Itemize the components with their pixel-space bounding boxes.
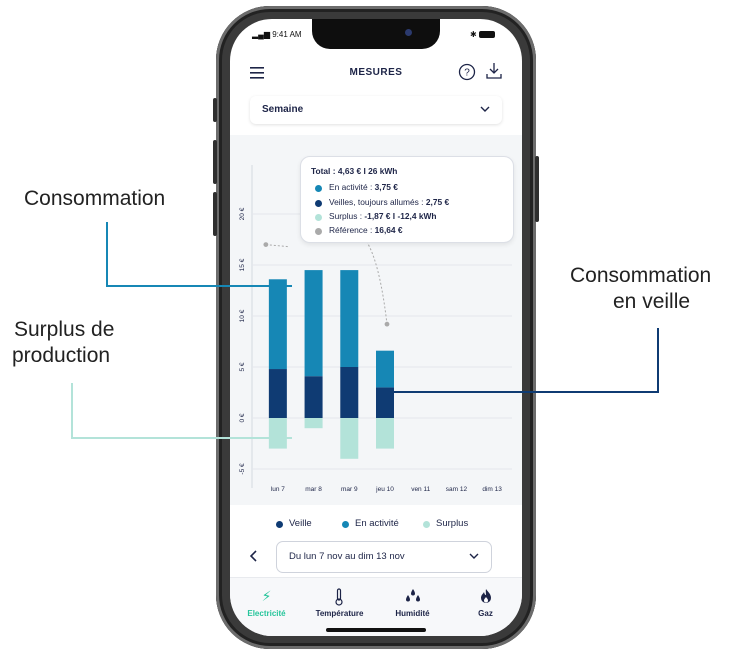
tooltip-total-value: 4,63 € I 26 kWh <box>337 166 398 176</box>
chevron-left-icon[interactable] <box>250 550 258 562</box>
x-tick-label: lun 7 <box>271 486 285 493</box>
chevron-down-icon <box>480 106 490 112</box>
tooltip-surplus-label: Surplus : <box>329 211 365 221</box>
flame-icon <box>481 589 491 603</box>
tooltip-reference-value: 16,64 € <box>374 225 403 235</box>
tooltip-activite: En activité : 3,75 € <box>329 182 398 192</box>
volume-down-button <box>213 192 217 236</box>
tooltip-surplus: Surplus : -1,87 € I -12,4 kWh <box>329 211 437 221</box>
reference-point <box>384 321 390 327</box>
bar-surplus <box>376 418 394 449</box>
tooltip-veilles-label: Veilles, toujours allumés : <box>329 197 426 207</box>
power-button <box>535 156 539 222</box>
notch <box>312 19 440 49</box>
x-tick-label: sam 12 <box>446 486 468 493</box>
date-range-value: Du lun 7 nov au dim 13 nov <box>289 551 405 562</box>
bolt-icon: ⚡︎ <box>261 588 272 604</box>
activite-dot-icon <box>315 185 322 192</box>
tooltip-total-label: Total : <box>311 166 338 176</box>
y-tick-label: 10 € <box>239 309 246 322</box>
x-tick-label: dim 13 <box>482 486 502 493</box>
status-time: 9:41 AM <box>272 30 302 39</box>
bar-veille <box>304 376 323 418</box>
legend-veille: Veille <box>289 518 312 529</box>
help-icon[interactable]: ? <box>458 63 476 81</box>
camera-icon <box>405 29 412 36</box>
reference-dot-icon <box>315 228 322 235</box>
callout-veille-line2: en veille <box>613 290 691 313</box>
svg-text:?: ? <box>464 68 470 79</box>
period-select-value: Semaine <box>262 104 304 115</box>
signal-icon: ▂▄▆ <box>252 30 270 39</box>
download-icon[interactable] <box>486 62 502 80</box>
battery-icon <box>478 31 495 39</box>
tooltip-veilles-value: 2,75 € <box>425 197 450 207</box>
bar-activite <box>376 350 394 388</box>
callout-consommation: Consommation <box>24 187 166 210</box>
bar-activite <box>340 270 359 367</box>
callout-surplus-line2: production <box>12 344 111 367</box>
legend-surplus: Surplus <box>436 518 469 529</box>
veille-dot-icon <box>315 200 322 207</box>
tab-gaz[interactable]: Gaz <box>449 578 522 636</box>
tooltip-veilles: Veilles, toujours allumés : 2,75 € <box>329 197 449 207</box>
volume-up-button <box>213 140 217 184</box>
bar-veille <box>340 367 359 418</box>
legend-veille-icon <box>276 521 283 528</box>
bar-activite <box>268 279 287 370</box>
bar-veille <box>268 369 287 418</box>
status-bar-left: ▂▄▆ 9:41 AM <box>252 30 302 39</box>
tooltip-reference: Référence : 16,64 € <box>329 225 403 235</box>
callout-surplus-line1: Surplus de <box>14 318 115 341</box>
tab-gaz-label: Gaz <box>478 609 493 618</box>
bar-activite <box>304 270 323 377</box>
drops-icon <box>406 589 420 602</box>
bar-surplus <box>304 418 323 429</box>
home-indicator <box>326 628 426 632</box>
y-tick-label: 5 € <box>239 362 246 371</box>
tooltip-activite-value: 3,75 € <box>374 182 398 192</box>
reference-point <box>263 242 269 247</box>
chart-legend: Veille En activité Surplus <box>230 517 522 533</box>
bluetooth-icon: ✱ <box>470 30 477 39</box>
legend-activite: En activité <box>355 518 399 529</box>
x-tick-label: ven 11 <box>411 486 430 493</box>
tab-electricite-label: Electricité <box>247 609 286 618</box>
status-bar-right: ✱ <box>470 30 495 39</box>
chart-tooltip: Total : 4,63 € I 26 kWh En activité : 3,… <box>300 156 514 243</box>
tab-electricite[interactable]: ⚡︎ Electricité <box>230 578 303 636</box>
tab-temperature-label: Température <box>315 609 364 618</box>
phone-frame: ▂▄▆ 9:41 AM ✱ MESURES ? Semaine -5 € 0 €… <box>213 6 539 649</box>
y-tick-label: 0 € <box>239 413 246 422</box>
y-tick-label: -5 € <box>239 463 246 475</box>
bar-veille <box>376 387 394 418</box>
tooltip-surplus-value: -1,87 € I -12,4 kWh <box>364 211 437 221</box>
surplus-dot-icon <box>315 214 322 221</box>
x-tick-label: mar 9 <box>341 486 358 493</box>
legend-activite-icon <box>342 521 349 528</box>
page-title: MESURES <box>349 67 403 78</box>
bar-surplus <box>340 418 359 459</box>
phone-screen: ▂▄▆ 9:41 AM ✱ MESURES ? Semaine -5 € 0 €… <box>230 19 522 636</box>
bar-surplus <box>268 418 287 449</box>
tab-humidite-label: Humidité <box>395 609 430 618</box>
y-tick-label: 15 € <box>239 258 246 271</box>
legend-surplus-icon <box>423 521 430 528</box>
x-tick-label: mar 8 <box>305 486 322 493</box>
period-select[interactable]: Semaine <box>250 96 502 124</box>
y-tick-label: 20 € <box>239 207 246 220</box>
tooltip-activite-label: En activité : <box>329 182 375 192</box>
chevron-down-icon <box>469 553 479 559</box>
tooltip-reference-label: Référence : <box>329 225 375 235</box>
mute-switch <box>213 98 217 122</box>
date-range-select[interactable]: Du lun 7 nov au dim 13 nov <box>276 541 492 573</box>
thermometer-icon <box>335 588 343 606</box>
x-tick-label: jeu 10 <box>375 486 394 493</box>
callout-veille-line1: Consommation <box>570 264 712 287</box>
tooltip-total: Total : 4,63 € I 26 kWh <box>311 166 397 176</box>
app-header: MESURES ? <box>230 53 522 93</box>
